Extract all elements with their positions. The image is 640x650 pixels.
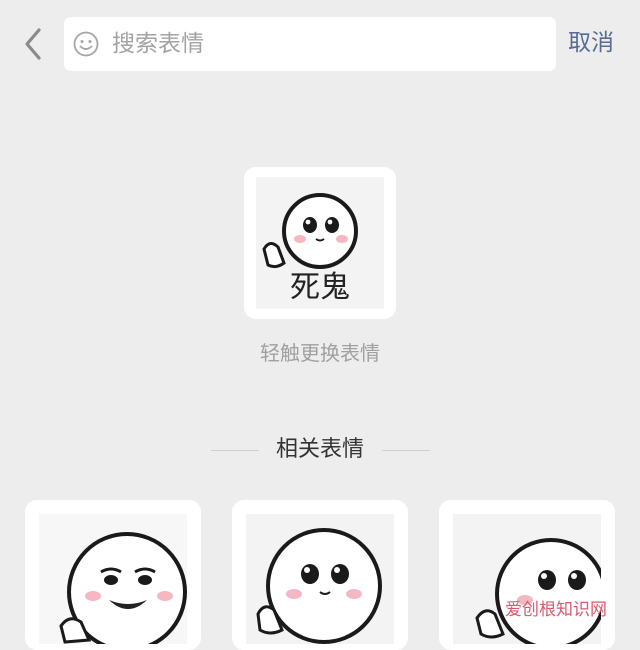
related-sticker-3[interactable] [439,500,615,650]
ghost-sticker-image: 死鬼 [256,177,384,309]
watermark-text: 爱创根知识网 [505,600,607,620]
change-sticker-hint: 轻触更换表情 [260,341,380,365]
ghost-sticker-image [453,514,601,644]
divider-right [382,450,430,451]
related-section-title: 相关表情 [275,437,364,462]
top-bar: 搜索表情 取消 [0,0,640,90]
sticker-caption: 死鬼 [290,270,350,305]
cancel-button[interactable]: 取消 [568,26,614,60]
smiley-icon [73,31,99,57]
current-sticker-tile[interactable]: 死鬼 [244,167,396,319]
chevron-left-icon [25,28,41,60]
smirk-face-sticker-image [39,514,187,644]
search-input[interactable]: 搜索表情 [64,17,556,71]
related-sticker-1[interactable] [25,500,201,650]
search-placeholder: 搜索表情 [112,31,204,57]
related-sticker-2[interactable] [232,500,408,650]
ghost-sticker-image [246,514,394,644]
back-button[interactable] [18,24,50,64]
